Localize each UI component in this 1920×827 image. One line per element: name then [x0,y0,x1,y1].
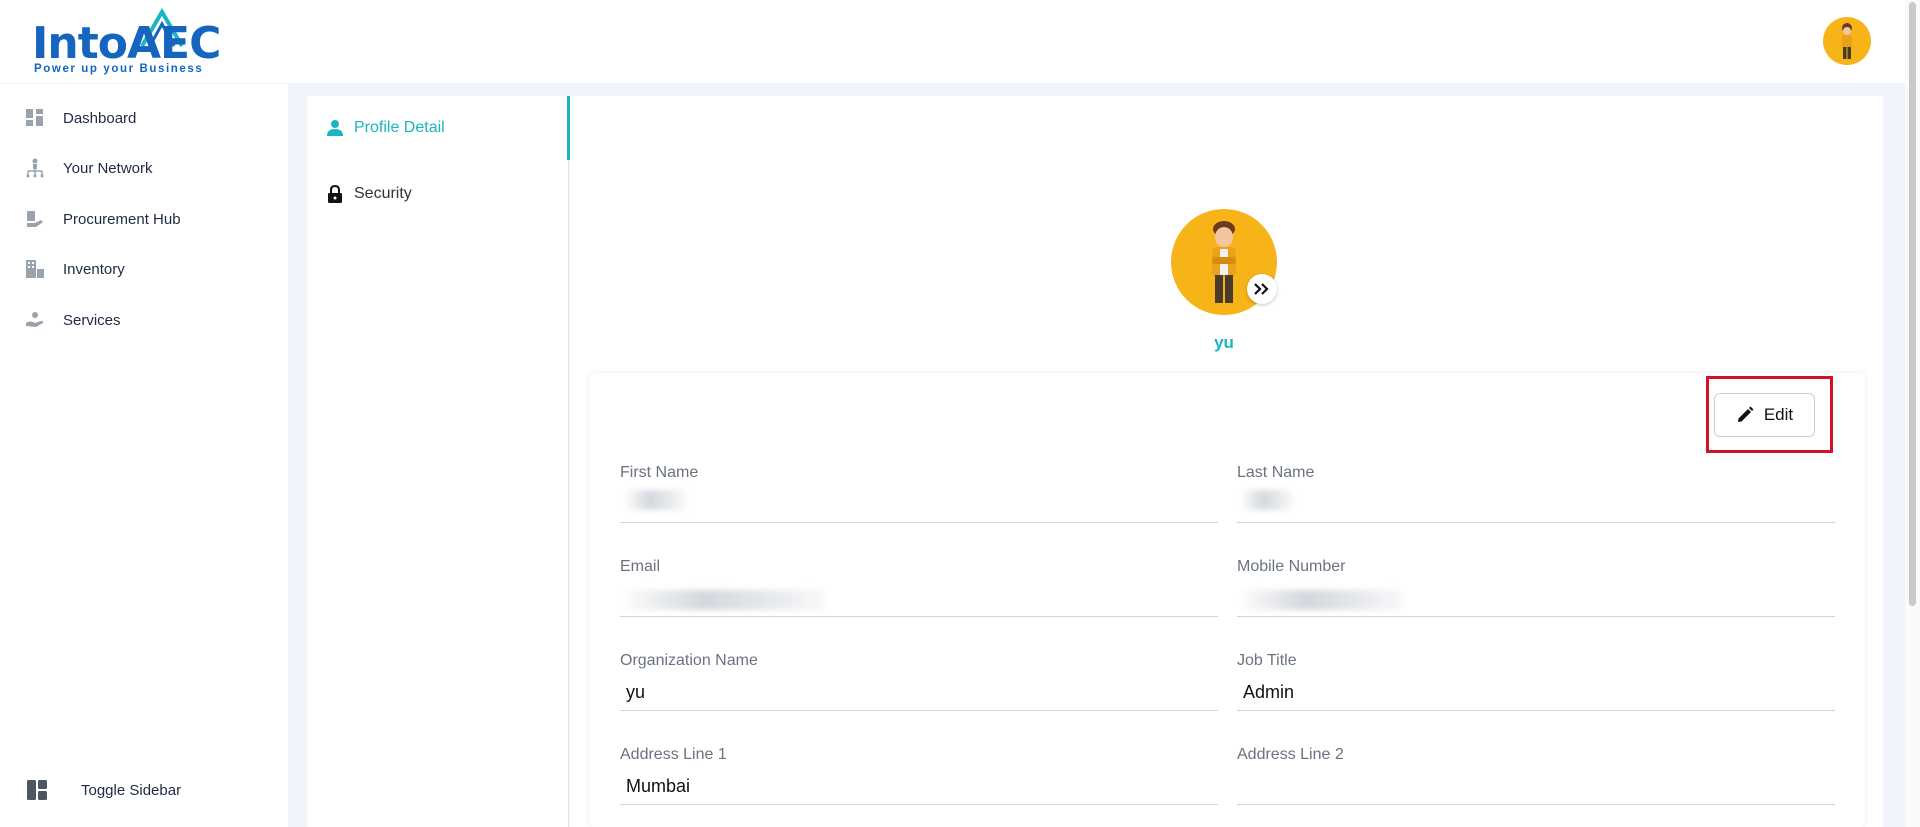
settings-nav: Profile Detail Security [307,96,570,827]
network-icon [24,157,46,179]
redacted-value [1243,490,1293,510]
edit-button[interactable]: Edit [1714,393,1815,437]
settings-item-security[interactable]: Security [307,162,569,226]
double-chevron-right-icon [1254,283,1269,295]
sidebar-item-label: Your Network [63,159,153,177]
sidebar: Dashboard Your Network Procurement Hub I… [0,84,288,827]
field-label: Job Title [1237,652,1297,669]
toggle-sidebar-button[interactable]: Toggle Sidebar [0,770,288,810]
redacted-value [626,590,826,610]
intoaec-logo[interactable]: IntoAEC Power up your Business [32,8,221,76]
field-label: Address Line 1 [620,746,727,763]
sidebar-item-label: Inventory [63,260,125,278]
sidebar-item-your-network[interactable]: Your Network [0,148,288,188]
field-underline [620,804,1218,805]
email-field[interactable]: Email [620,558,1218,626]
field-label: Address Line 2 [1237,746,1344,763]
redacted-value [626,490,686,510]
field-underline [1237,522,1835,523]
inventory-icon [24,258,46,280]
field-value: Admin [1243,682,1295,702]
first-name-field[interactable]: First Name [620,464,1218,532]
field-label: First Name [620,464,699,481]
edit-button-label: Edit [1763,405,1794,424]
settings-item-profile-detail[interactable]: Profile Detail [307,96,570,160]
logo-wordmark: IntoAEC [32,18,221,69]
dashboard-icon [24,107,46,129]
sidebar-item-services[interactable]: Services [0,300,288,340]
address-line-1-field[interactable]: Address Line 1 Mumbai [620,746,1218,814]
field-underline [620,616,1218,617]
sidebar-item-label: Dashboard [63,109,137,127]
toggle-sidebar-label: Toggle Sidebar [81,781,182,799]
top-header: IntoAEC Power up your Business [0,0,1905,84]
sidebar-toggle-icon [26,779,48,801]
field-value: yu [626,682,646,702]
field-value: Mumbai [626,776,691,796]
field-label: Organization Name [620,652,758,669]
person-icon [326,119,344,137]
sidebar-item-label: Procurement Hub [63,210,181,228]
sidebar-item-inventory[interactable]: Inventory [0,249,288,289]
field-label: Mobile Number [1237,558,1346,575]
lock-icon [326,185,344,203]
field-underline [1237,804,1835,805]
services-icon [24,309,46,331]
header-avatar[interactable] [1823,17,1871,65]
field-underline [620,710,1218,711]
organization-name-field[interactable]: Organization Name yu [620,652,1218,720]
field-underline [1237,616,1835,617]
mobile-number-field[interactable]: Mobile Number [1237,558,1835,626]
pencil-icon [1737,406,1754,422]
field-underline [1237,710,1835,711]
profile-name: yu [1214,333,1234,352]
settings-item-label: Profile Detail [354,119,445,136]
field-label: Email [620,558,661,575]
last-name-field[interactable]: Last Name [1237,464,1835,532]
sidebar-item-dashboard[interactable]: Dashboard [0,98,288,138]
settings-item-label: Security [354,185,412,202]
procurement-icon [24,208,46,230]
address-line-2-field[interactable]: Address Line 2 [1237,746,1835,814]
field-underline [620,522,1218,523]
sidebar-item-procurement-hub[interactable]: Procurement Hub [0,199,288,239]
change-avatar-button[interactable] [1247,274,1277,304]
user-avatar-icon [1842,23,1852,59]
redacted-value [1243,590,1403,610]
field-label: Last Name [1237,464,1315,481]
sidebar-item-label: Services [63,311,121,329]
page-scrollbar[interactable] [1905,0,1920,827]
job-title-field[interactable]: Job Title Admin [1237,652,1835,720]
scrollbar-thumb[interactable] [1909,2,1916,606]
logo-tagline: Power up your Business [34,63,204,75]
